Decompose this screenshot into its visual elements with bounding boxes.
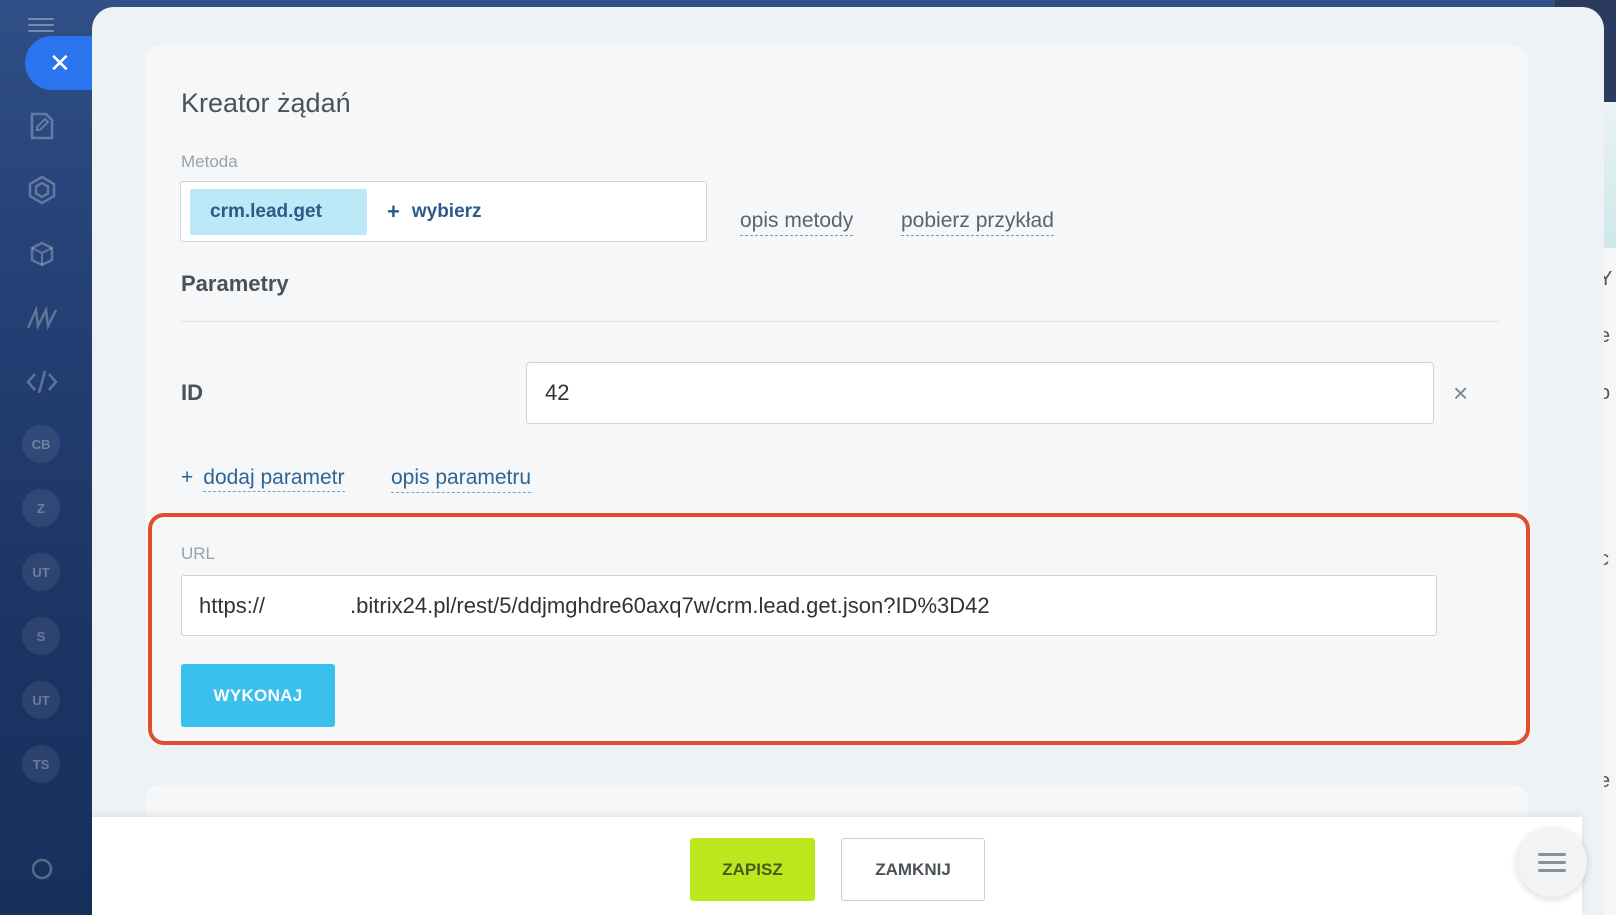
execute-button[interactable]: WYKONAJ <box>181 664 335 727</box>
rail-badge[interactable]: S <box>22 617 60 655</box>
url-prefix: https:// <box>199 592 266 618</box>
param-name: ID <box>181 380 203 405</box>
box-icon[interactable] <box>22 234 62 274</box>
method-label: Metoda <box>181 152 238 171</box>
param-description-link[interactable]: opis parametru <box>391 466 532 493</box>
parameters-heading: Parametry <box>181 271 289 296</box>
add-param-link[interactable]: + dodaj parametr <box>181 466 345 492</box>
footer-bar <box>92 817 1582 915</box>
hamburger-menu-icon[interactable] <box>28 14 54 36</box>
close-slider-button[interactable]: ✕ <box>25 36 97 90</box>
signature-icon[interactable] <box>22 298 62 338</box>
download-example-link[interactable]: pobierz przykład <box>901 209 1054 236</box>
rail-badge[interactable]: UT <box>22 553 60 591</box>
menu-button[interactable] <box>1517 827 1587 897</box>
left-rail: ✕ CB Z UT S UT TS <box>0 0 97 915</box>
method-selector[interactable]: crm.lead.get + wybierz <box>180 181 707 242</box>
close-button[interactable]: ZAMKNIJ <box>841 838 985 901</box>
hexagon-icon[interactable] <box>22 170 62 210</box>
add-param-label: dodaj parametr <box>203 466 345 492</box>
close-icon: ✕ <box>49 47 71 78</box>
code-icon[interactable] <box>22 362 62 402</box>
plus-icon: + <box>387 199 400 224</box>
rail-badge[interactable]: CB <box>22 425 60 463</box>
method-description-link[interactable]: opis metody <box>740 209 854 236</box>
remove-param-icon[interactable]: × <box>1453 380 1468 406</box>
url-field[interactable]: https:// .bitrix24.pl/rest/5/ddjmghdre60a… <box>181 575 1437 636</box>
rail-badge[interactable]: TS <box>22 745 60 783</box>
document-edit-icon[interactable] <box>22 106 62 146</box>
selected-method-tag[interactable]: crm.lead.get <box>190 189 367 235</box>
url-label: URL <box>181 544 216 563</box>
choose-method-label: wybierz <box>411 201 482 222</box>
settings-icon[interactable] <box>22 849 62 889</box>
page-title: Kreator żądań <box>181 88 351 118</box>
url-rest: .bitrix24.pl/rest/5/ddjmghdre60axq7w/crm… <box>350 592 990 618</box>
rail-badge[interactable]: UT <box>22 681 60 719</box>
save-button[interactable]: ZAPISZ <box>690 838 815 901</box>
rail-badge[interactable]: Z <box>22 489 60 527</box>
choose-method-button[interactable]: + wybierz <box>387 189 482 235</box>
redacted-domain <box>265 593 351 618</box>
plus-icon: + <box>181 466 194 489</box>
param-value-input[interactable] <box>526 362 1434 424</box>
list-icon <box>1538 848 1566 877</box>
divider <box>181 321 1499 322</box>
